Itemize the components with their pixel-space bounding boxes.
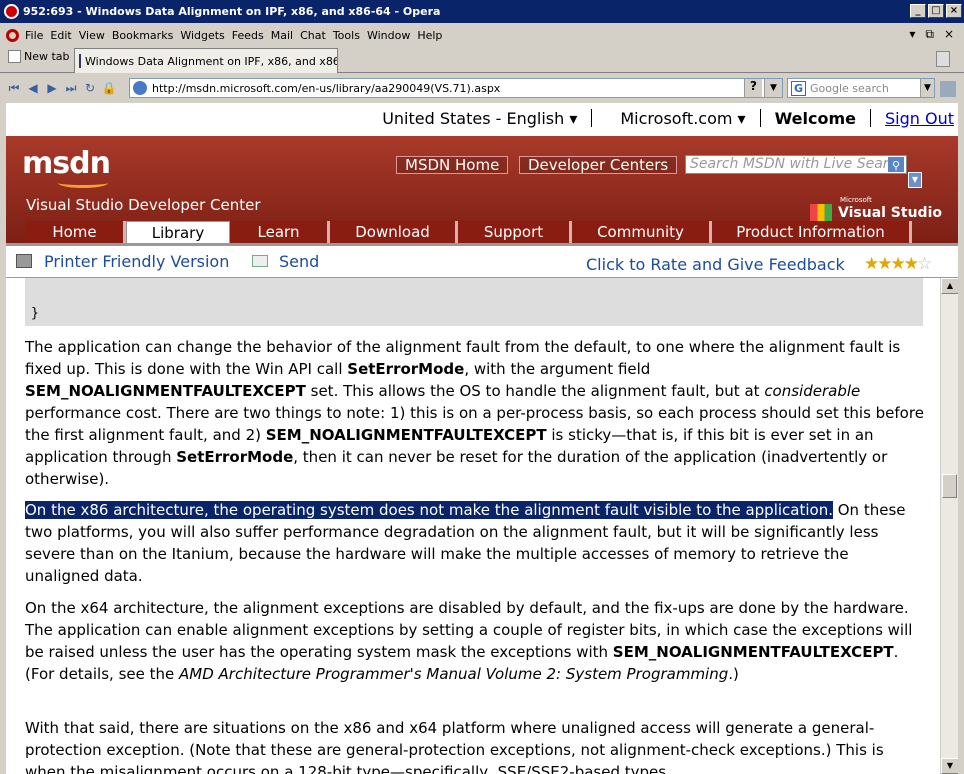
- divider: [870, 109, 871, 127]
- forward-button[interactable]: ▶: [44, 80, 60, 96]
- developer-centers-button[interactable]: Developer Centers: [519, 156, 678, 174]
- new-tab-label: New tab: [24, 50, 70, 63]
- search-field[interactable]: G Google search ▼: [787, 78, 935, 98]
- reload-button[interactable]: ↻: [82, 80, 98, 96]
- back-button[interactable]: ◀: [25, 80, 41, 96]
- opera-icon: [4, 4, 19, 19]
- paragraph-seterrormode: The application can change the behavior …: [25, 338, 924, 488]
- printer-friendly-link[interactable]: Printer Friendly Version: [44, 252, 229, 271]
- center-title: Visual Studio Developer Center: [26, 196, 261, 214]
- globe-icon: [133, 81, 147, 95]
- menu-feeds[interactable]: Feeds: [232, 29, 264, 42]
- title-bar: 952:693 - Windows Data Alignment on IPF,…: [0, 0, 964, 25]
- divider: [759, 109, 761, 127]
- logo-swoosh: [58, 178, 108, 188]
- tab-bar: New tab Windows Data Alignment on IPF, x…: [0, 45, 964, 73]
- rate-feedback-link[interactable]: Click to Rate and Give Feedback: [586, 255, 845, 274]
- opera-menu-icon[interactable]: [6, 28, 19, 42]
- tab-home[interactable]: Home: [26, 221, 126, 243]
- menu-bar: File Edit View Bookmarks Widgets Feeds M…: [0, 25, 964, 45]
- menu-view[interactable]: View: [79, 29, 105, 42]
- tab-close-button[interactable]: ×: [944, 27, 954, 42]
- site-info-button[interactable]: ?: [744, 79, 762, 97]
- search-placeholder: Google search: [810, 81, 889, 95]
- search-options-icon[interactable]: ▼: [908, 172, 922, 188]
- menu-window[interactable]: Window: [367, 29, 410, 42]
- menu-file[interactable]: File: [25, 29, 43, 42]
- tab-learn[interactable]: Learn: [230, 221, 330, 243]
- menu-tools[interactable]: Tools: [333, 29, 360, 42]
- vs-logo-mark: [810, 204, 832, 222]
- rewind-button[interactable]: ⏮: [6, 80, 22, 96]
- sign-out-link[interactable]: Sign Out: [885, 109, 954, 128]
- tab-active[interactable]: Windows Data Alignment on IPF, x86, and …: [74, 48, 338, 73]
- extension-icon[interactable]: [940, 81, 956, 97]
- address-field[interactable]: http://msdn.microsoft.com/en-us/library/…: [129, 78, 783, 98]
- window-controls: _ □ ×: [910, 4, 962, 18]
- tab-library[interactable]: Library: [126, 221, 230, 243]
- top-links: United States - English ▾ Microsoft.com …: [6, 103, 958, 133]
- site-nav-tabs: Home Library Learn Download Support Comm…: [26, 221, 938, 243]
- page-icon: [79, 54, 81, 68]
- microsoft-link[interactable]: Microsoft.com ▾: [606, 109, 745, 128]
- locale-selector[interactable]: United States - English ▾: [368, 109, 577, 128]
- address-dropdown-icon[interactable]: ▼: [764, 79, 782, 97]
- printer-icon[interactable]: [16, 254, 32, 268]
- tab-download[interactable]: Download: [330, 221, 458, 243]
- window-title: 952:693 - Windows Data Alignment on IPF,…: [23, 5, 441, 18]
- selected-text[interactable]: On the x86 architecture, the operating s…: [25, 501, 833, 519]
- menu-chat[interactable]: Chat: [300, 29, 326, 42]
- nav-underline: [6, 243, 958, 246]
- article-toolbar: Printer Friendly Version Send Click to R…: [6, 249, 958, 275]
- search-dropdown-icon[interactable]: ▼: [920, 79, 934, 97]
- scroll-up-icon[interactable]: ▲: [941, 278, 958, 294]
- lock-icon: 🔒: [101, 81, 117, 95]
- paragraph-general-protection: With that said, there are situations on …: [25, 719, 884, 774]
- tab-minimize-button[interactable]: ▾: [909, 27, 915, 42]
- tab-label: Windows Data Alignment on IPF, x86, and …: [85, 54, 338, 68]
- divider: [591, 109, 593, 127]
- menu-widgets[interactable]: Widgets: [180, 29, 224, 42]
- rating-stars[interactable]: ★★★★☆: [864, 254, 932, 274]
- article-content: } The application can change the behavio…: [6, 278, 940, 774]
- menu-bookmarks[interactable]: Bookmarks: [112, 29, 173, 42]
- google-icon[interactable]: G: [791, 81, 806, 96]
- live-search-input[interactable]: Search MSDN with Live Search ⚲: [685, 155, 907, 174]
- msdn-home-button[interactable]: MSDN Home: [396, 156, 509, 174]
- msdn-logo[interactable]: msdn: [22, 146, 111, 181]
- trash-icon[interactable]: [936, 51, 950, 67]
- menu-mail[interactable]: Mail: [271, 29, 293, 42]
- maximize-button[interactable]: □: [928, 4, 944, 18]
- paragraph-x64: On the x64 architecture, the alignment e…: [25, 599, 913, 683]
- tab-support[interactable]: Support: [458, 221, 572, 243]
- code-block: }: [25, 278, 923, 326]
- fast-forward-button[interactable]: ⏭: [63, 80, 79, 96]
- send-link[interactable]: Send: [279, 252, 319, 271]
- scroll-down-icon[interactable]: ▼: [941, 758, 958, 774]
- menu-edit[interactable]: Edit: [50, 29, 71, 42]
- tab-controls: ▾ ⧉ ×: [909, 27, 954, 42]
- new-tab-button[interactable]: New tab: [8, 50, 70, 63]
- address-toolbar: ⏮ ◀ ▶ ⏭ ↻ 🔒 http://msdn.microsoft.com/en…: [0, 73, 964, 103]
- scroll-thumb[interactable]: [942, 474, 957, 498]
- url-text[interactable]: http://msdn.microsoft.com/en-us/library/…: [152, 82, 500, 95]
- welcome-text: Welcome: [774, 108, 856, 128]
- close-button[interactable]: ×: [946, 4, 962, 18]
- visual-studio-logo: Microsoft Visual Studio: [810, 196, 942, 222]
- search-icon[interactable]: ⚲: [888, 157, 904, 172]
- vertical-scrollbar[interactable]: ▲ ▼: [940, 278, 958, 774]
- minimize-button[interactable]: _: [910, 4, 926, 18]
- paragraph-x86: On the x86 architecture, the operating s…: [25, 501, 906, 585]
- menu-help[interactable]: Help: [417, 29, 442, 42]
- tab-community[interactable]: Community: [572, 221, 712, 243]
- tab-restore-button[interactable]: ⧉: [925, 27, 934, 42]
- new-tab-icon: [8, 50, 21, 63]
- mail-icon[interactable]: [252, 255, 268, 267]
- web-page: United States - English ▾ Microsoft.com …: [6, 103, 958, 774]
- tab-product-information[interactable]: Product Information: [712, 221, 912, 243]
